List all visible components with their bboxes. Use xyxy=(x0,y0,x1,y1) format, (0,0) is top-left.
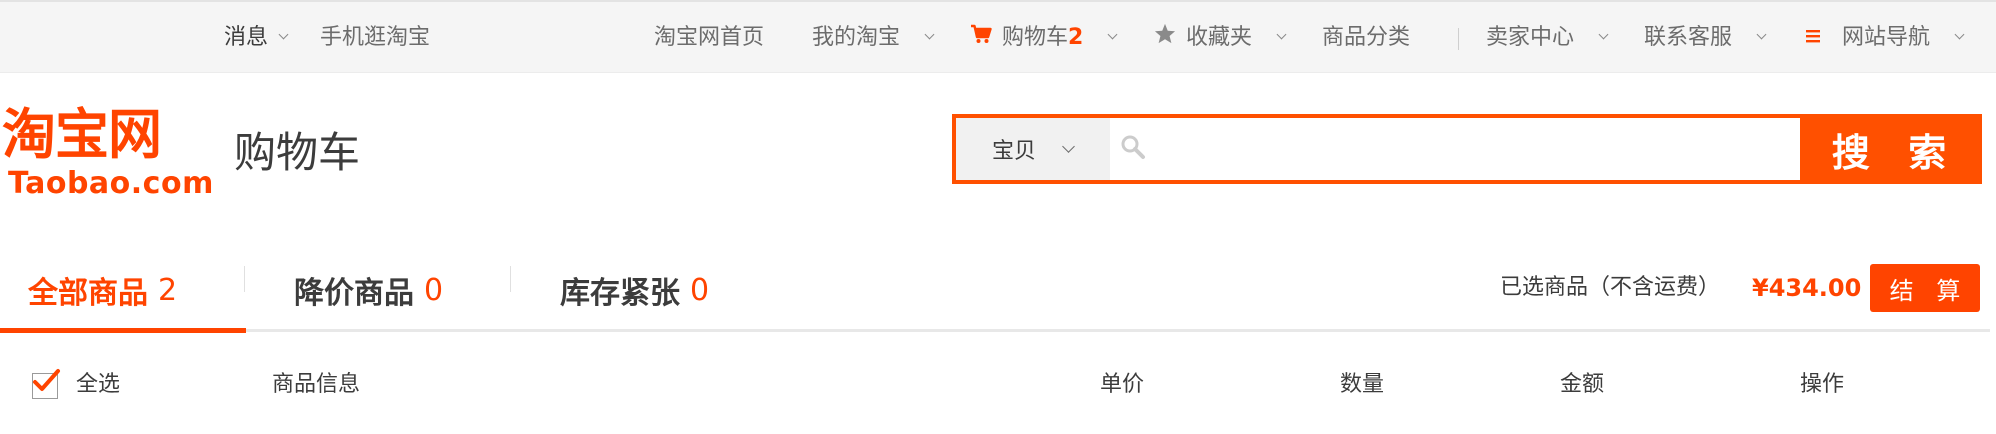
cart-icon xyxy=(970,2,992,73)
chevron-down-icon xyxy=(1276,29,1287,40)
taobao-home-label: 淘宝网首页 xyxy=(654,25,765,50)
select-all-checkbox[interactable] xyxy=(32,369,60,399)
mobile-taobao-link[interactable]: 手机逛淘宝 xyxy=(320,2,430,73)
my-taobao-label: 我的淘宝 xyxy=(812,25,901,50)
chevron-down-icon xyxy=(1107,29,1118,40)
tab-low-stock[interactable]: 库存紧张 0 xyxy=(560,248,709,332)
column-product-info: 商品信息 xyxy=(272,372,361,397)
tab-count: 0 xyxy=(424,272,444,308)
cart-menu[interactable]: 购物车 2 xyxy=(970,2,1118,73)
site-navigation-label: 网站导航 xyxy=(1842,25,1931,50)
customer-service-label: 联系客服 xyxy=(1644,25,1733,50)
tab-divider xyxy=(244,266,245,292)
page-title: 购物车 xyxy=(234,128,361,177)
menu-icon xyxy=(1806,2,1820,73)
chevron-down-icon xyxy=(924,29,935,40)
search-input[interactable] xyxy=(1154,119,1800,179)
chevron-down-icon xyxy=(1954,29,1965,40)
search-input-container xyxy=(1110,118,1800,180)
seller-center-menu[interactable]: 卖家中心 xyxy=(1486,2,1609,73)
tab-divider xyxy=(510,266,511,292)
chevron-down-icon xyxy=(278,29,289,40)
messages-label: 消息 xyxy=(224,25,269,50)
column-unit-price: 单价 xyxy=(1100,372,1145,397)
product-categories-label: 商品分类 xyxy=(1322,25,1411,50)
divider xyxy=(1458,28,1459,50)
mobile-taobao-label: 手机逛淘宝 xyxy=(320,25,431,50)
product-categories-link[interactable]: 商品分类 xyxy=(1322,2,1410,73)
taobao-home-link[interactable]: 淘宝网首页 xyxy=(654,2,764,73)
column-quantity: 数量 xyxy=(1340,372,1385,397)
tab-all-items[interactable]: 全部商品 2 xyxy=(28,248,177,332)
tab-price-drop[interactable]: 降价商品 0 xyxy=(294,248,443,332)
tab-count: 2 xyxy=(158,272,178,308)
tab-count: 0 xyxy=(690,272,710,308)
column-amount: 金额 xyxy=(1560,372,1605,397)
search-category-label: 宝贝 xyxy=(992,139,1037,164)
logo-english-text: Taobao.com xyxy=(8,166,214,201)
search-button[interactable]: 搜 索 xyxy=(1800,118,1978,180)
favorites-menu[interactable]: 收藏夹 xyxy=(1154,2,1287,73)
favorites-label: 收藏夹 xyxy=(1186,25,1253,50)
active-tab-indicator xyxy=(0,328,246,333)
tab-label: 全部商品 xyxy=(28,276,148,311)
my-taobao-menu[interactable]: 我的淘宝 xyxy=(812,2,935,73)
cart-count-badge: 2 xyxy=(1068,25,1084,50)
search-bar: 宝贝 搜 索 xyxy=(952,114,1982,184)
tab-label: 库存紧张 xyxy=(560,276,680,311)
seller-center-label: 卖家中心 xyxy=(1486,25,1575,50)
site-navigation-menu[interactable]: 网站导航 xyxy=(1806,2,1965,73)
tab-label: 降价商品 xyxy=(294,276,414,311)
chevron-down-icon xyxy=(1598,29,1609,40)
total-price: ¥434.00 xyxy=(1752,274,1862,302)
cart-label: 购物车 xyxy=(1002,25,1069,50)
customer-service-menu[interactable]: 联系客服 xyxy=(1644,2,1767,73)
logo-chinese-text: 淘宝网 xyxy=(2,103,162,166)
checkout-button[interactable]: 结 算 xyxy=(1870,264,1980,312)
select-all-label[interactable]: 全选 xyxy=(76,360,120,410)
tab-underline-track xyxy=(0,329,1990,332)
cart-table-header: 全选 商品信息 单价 数量 金额 操作 xyxy=(0,360,1996,410)
column-operation: 操作 xyxy=(1800,372,1845,397)
star-icon xyxy=(1154,2,1176,73)
magnifier-icon xyxy=(1120,134,1146,164)
top-navigation-bar: 消息 手机逛淘宝 淘宝网首页 我的淘宝 购物车 2 收藏夹 商品分类 卖家中心 … xyxy=(0,0,1996,73)
messages-menu[interactable]: 消息 xyxy=(224,2,289,73)
taobao-logo[interactable]: 淘宝网 Taobao.com xyxy=(2,103,214,204)
selected-items-label: 已选商品（不含运费） xyxy=(1500,275,1721,300)
chevron-down-icon xyxy=(1756,29,1767,40)
search-category-select[interactable]: 宝贝 xyxy=(956,118,1110,180)
chevron-down-icon xyxy=(1062,139,1075,153)
